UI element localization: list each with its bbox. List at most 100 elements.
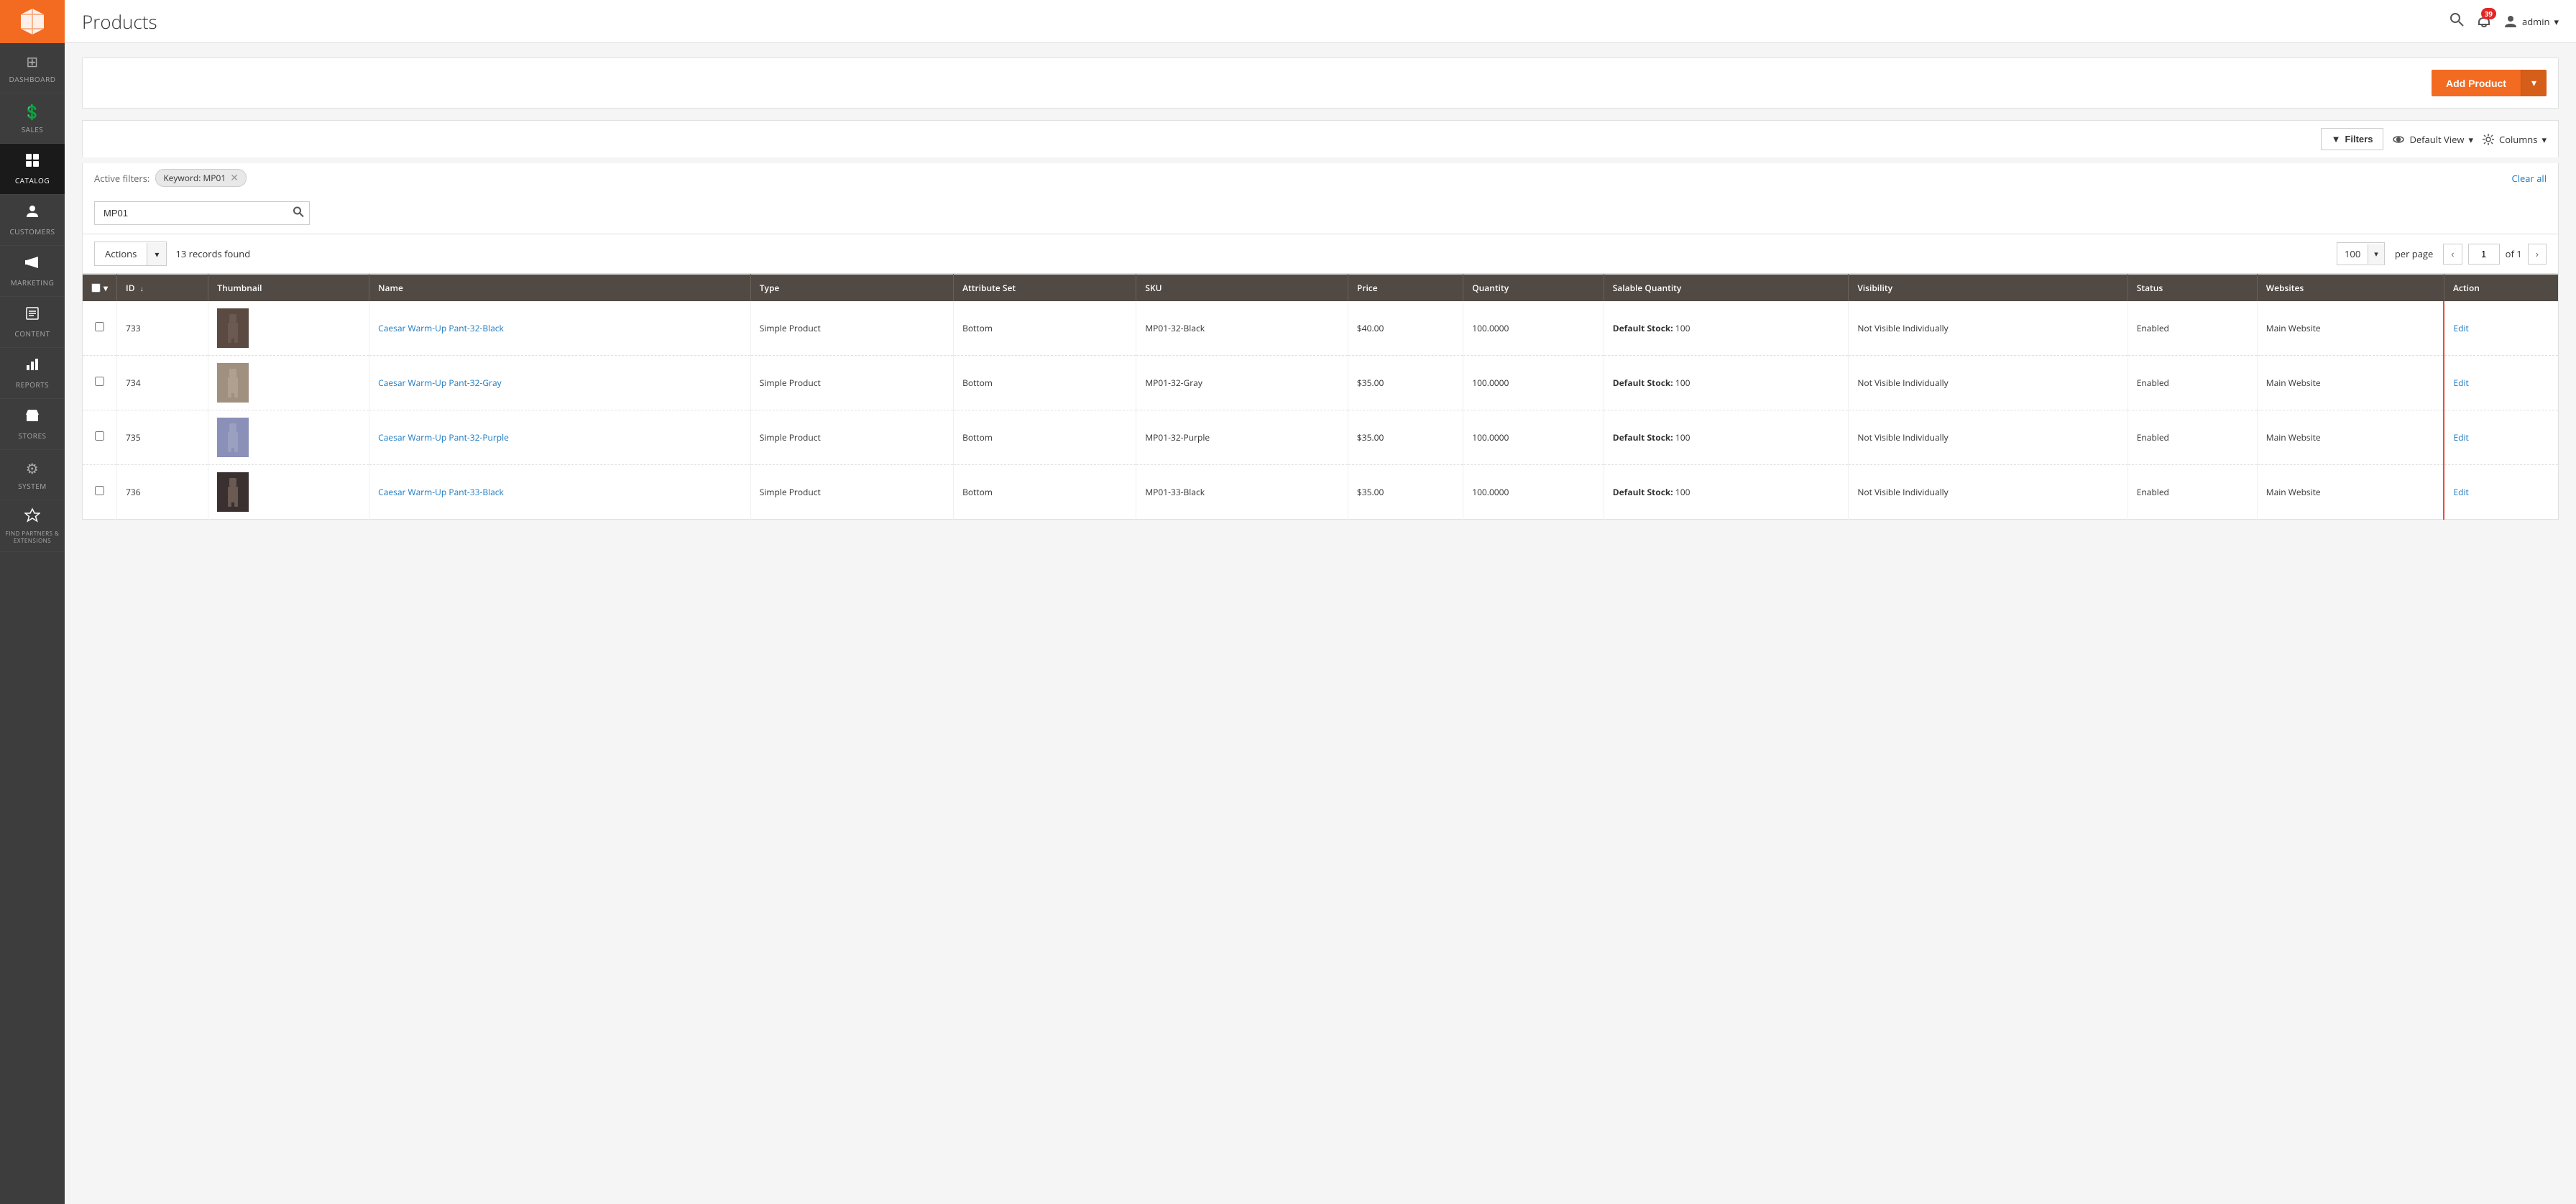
sidebar-item-label: CATALOG [15, 175, 50, 185]
actions-left: Actions ▾ 13 records found [94, 242, 250, 266]
row-price: $35.00 [1348, 465, 1463, 520]
select-all-checkbox[interactable] [91, 283, 101, 293]
actions-dropdown-icon: ▾ [147, 243, 166, 265]
sidebar-item-catalog[interactable]: CATALOG [0, 144, 65, 195]
header-actions: 39 admin ▾ [2449, 12, 2559, 32]
row-websites: Main Website [2257, 356, 2444, 410]
sidebar-item-marketing[interactable]: MARKETING [0, 246, 65, 297]
next-page-button[interactable]: › [2528, 244, 2547, 265]
th-price: Price [1348, 275, 1463, 302]
row-price: $40.00 [1348, 301, 1463, 356]
chevron-down-icon[interactable]: ▾ [104, 282, 108, 294]
row-action: Edit [2444, 301, 2558, 356]
search-icon[interactable] [2449, 12, 2465, 32]
filters-button[interactable]: ▼ Filters [2321, 128, 2384, 150]
sidebar-item-stores[interactable]: STORES [0, 399, 65, 450]
row-attribute-set: Bottom [954, 356, 1136, 410]
prev-page-button[interactable]: ‹ [2443, 244, 2462, 265]
sidebar-item-customers[interactable]: CUSTOMERS [0, 195, 65, 246]
product-name-link[interactable]: Caesar Warm-Up Pant-32-Purple [378, 431, 509, 444]
dashboard-icon: ⊞ [26, 52, 38, 71]
sidebar-item-label: SYSTEM [18, 481, 47, 491]
sidebar-item-reports[interactable]: REPORTS [0, 348, 65, 399]
row-edit-link[interactable]: Edit [2453, 322, 2468, 334]
row-checkbox[interactable] [95, 431, 104, 441]
page-title: Products [82, 9, 157, 35]
row-edit-link[interactable]: Edit [2453, 431, 2468, 444]
product-name-link[interactable]: Caesar Warm-Up Pant-33-Black [378, 486, 504, 498]
row-thumbnail [208, 356, 369, 410]
customers-icon [24, 203, 40, 224]
table-row: 736 Caesar Warm-Up Pant-33-Black Simple … [83, 465, 2559, 520]
row-name: Caesar Warm-Up Pant-32-Gray [369, 356, 751, 410]
search-input[interactable] [94, 201, 310, 225]
notification-badge: 39 [2481, 8, 2496, 19]
sidebar-item-sales[interactable]: 💲 SALES [0, 93, 65, 144]
th-thumbnail: Thumbnail [208, 275, 369, 302]
sort-icon[interactable]: ↓ [140, 283, 144, 293]
row-action: Edit [2444, 410, 2558, 465]
sidebar-item-label: FIND PARTNERS & EXTENSIONS [3, 530, 62, 544]
product-name-link[interactable]: Caesar Warm-Up Pant-32-Black [378, 322, 504, 334]
row-attribute-set: Bottom [954, 301, 1136, 356]
search-submit-button[interactable] [293, 206, 304, 221]
add-product-button[interactable]: Add Product [2432, 70, 2521, 96]
sidebar-item-system[interactable]: ⚙ SYSTEM [0, 450, 65, 500]
sidebar-item-dashboard[interactable]: ⊞ DASHBOARD [0, 43, 65, 93]
sales-icon: 💲 [23, 102, 41, 121]
sidebar-item-content[interactable]: CONTENT [0, 297, 65, 348]
sidebar-item-label: DASHBOARD [9, 74, 56, 84]
th-id: ID ↓ [117, 275, 208, 302]
row-edit-link[interactable]: Edit [2453, 377, 2468, 389]
row-checkbox[interactable] [95, 377, 104, 386]
sidebar-item-label: CONTENT [14, 328, 50, 339]
system-icon: ⚙ [26, 459, 39, 478]
toolbar: ▼ Filters Default View ▾ Columns ▾ [82, 120, 2559, 157]
filter-icon: ▼ [2332, 134, 2341, 144]
row-attribute-set: Bottom [954, 410, 1136, 465]
view-selector[interactable]: Default View ▾ [2392, 133, 2473, 146]
columns-selector[interactable]: Columns ▾ [2482, 133, 2547, 146]
row-status: Enabled [2128, 410, 2257, 465]
content-icon [24, 305, 40, 326]
add-product-dropdown-button[interactable]: ▾ [2521, 70, 2547, 96]
sidebar-item-label: SALES [22, 124, 44, 134]
row-name: Caesar Warm-Up Pant-33-Black [369, 465, 751, 520]
row-id: 736 [117, 465, 208, 520]
actions-bar: Actions ▾ 13 records found 100 ▾ per pag… [82, 234, 2559, 274]
th-visibility: Visibility [1849, 275, 2128, 302]
view-dropdown-icon: ▾ [2468, 133, 2473, 146]
th-quantity: Quantity [1463, 275, 1604, 302]
row-edit-link[interactable]: Edit [2453, 486, 2468, 498]
current-page-input[interactable] [2468, 244, 2500, 265]
main-content: Products 39 a [65, 0, 2576, 1204]
row-quantity: 100.0000 [1463, 301, 1604, 356]
product-name-link[interactable]: Caesar Warm-Up Pant-32-Gray [378, 377, 501, 389]
row-thumbnail [208, 410, 369, 465]
row-salable-quantity: Default Stock: 100 [1604, 356, 1849, 410]
row-name: Caesar Warm-Up Pant-32-Purple [369, 410, 751, 465]
row-checkbox[interactable] [95, 322, 104, 331]
admin-user-menu[interactable]: admin ▾ [2503, 14, 2559, 29]
row-checkbox-cell [83, 410, 117, 465]
row-checkbox[interactable] [95, 486, 104, 495]
th-websites: Websites [2257, 275, 2444, 302]
product-thumbnail [217, 363, 249, 403]
th-status: Status [2128, 275, 2257, 302]
row-salable-quantity: Default Stock: 100 [1604, 301, 1849, 356]
reports-icon [24, 357, 40, 377]
per-page-dropdown-icon: ▾ [2368, 244, 2384, 264]
columns-label: Columns [2499, 133, 2537, 146]
admin-label: admin [2522, 15, 2549, 28]
filter-remove-button[interactable]: ✕ [230, 173, 239, 183]
notifications-button[interactable]: 39 [2476, 12, 2492, 31]
row-price: $35.00 [1348, 356, 1463, 410]
clear-all-button[interactable]: Clear all [2512, 172, 2547, 185]
per-page-selector[interactable]: 100 ▾ [2337, 242, 2385, 265]
marketing-icon [24, 254, 40, 275]
search-input-wrap [94, 201, 310, 225]
actions-dropdown[interactable]: Actions ▾ [94, 242, 167, 266]
sidebar-item-find-partners[interactable]: FIND PARTNERS & EXTENSIONS [0, 500, 65, 552]
row-id: 733 [117, 301, 208, 356]
row-sku: MP01-32-Gray [1136, 356, 1348, 410]
